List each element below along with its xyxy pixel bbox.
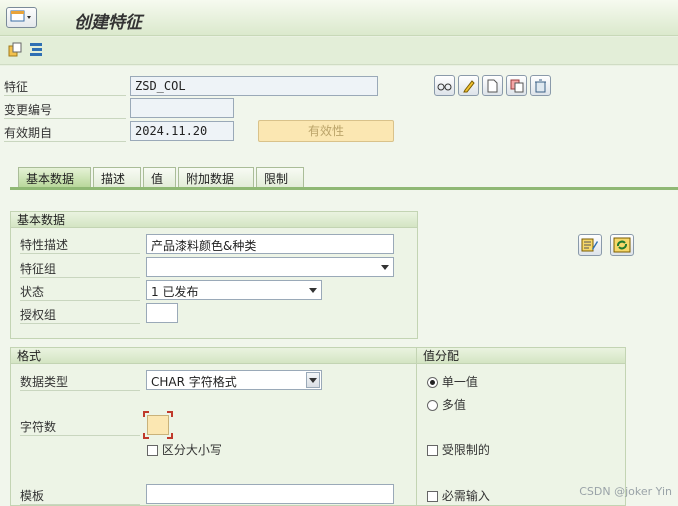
template-field[interactable] (146, 484, 394, 504)
single-value-radio[interactable]: 单一值 (427, 373, 478, 390)
hierarchy-icon[interactable] (28, 42, 44, 61)
case-sensitive-label: 区分大小写 (161, 443, 222, 457)
description-field[interactable]: 产品漆料颜色&种类 (146, 234, 394, 254)
feature-field[interactable]: ZSD_COL (130, 76, 378, 96)
required-entry-label: 必需输入 (441, 489, 490, 503)
tab-strip-line (10, 187, 678, 190)
feature-group-label: 特征组 (20, 260, 140, 278)
chars-field[interactable] (147, 415, 169, 435)
format-group-title: 格式 (11, 348, 417, 364)
desc-label: 特性描述 (20, 236, 140, 254)
glasses-icon[interactable] (434, 75, 455, 96)
restricted-checkbox[interactable]: 受限制的 (427, 441, 490, 458)
status-value: 1 已发布 (151, 285, 199, 299)
copy-document-icon[interactable] (506, 75, 527, 96)
radio-icon[interactable] (427, 400, 438, 411)
auth-group-label: 授权组 (20, 306, 140, 324)
copy-from-icon[interactable] (7, 42, 23, 61)
tab-values-label: 值 (151, 172, 164, 186)
tab-description[interactable]: 描述 (93, 167, 141, 187)
tab-restrictions[interactable]: 限制 (256, 167, 304, 187)
page-title: 创建特征 (74, 13, 142, 33)
tab-additional-data[interactable]: 附加数据 (178, 167, 254, 187)
status-dropdown[interactable]: 1 已发布 (146, 280, 322, 300)
datatype-value: CHAR 字符格式 (151, 375, 237, 389)
feature-group-dropdown[interactable] (146, 257, 394, 277)
tab-basic-data[interactable]: 基本数据 (18, 167, 91, 187)
tab-basic-data-label: 基本数据 (26, 172, 75, 186)
chevron-down-icon (309, 288, 317, 293)
case-sensitive-checkbox[interactable]: 区分大小写 (147, 441, 222, 458)
watermark: CSDN @joker Yin (579, 485, 672, 498)
radio-selected-icon[interactable] (427, 377, 438, 388)
delete-trash-icon[interactable] (530, 75, 551, 96)
single-value-label: 单一值 (441, 375, 478, 389)
menu-icon[interactable] (6, 7, 37, 28)
template-label: 模板 (20, 487, 140, 505)
valid-from-label: 有效期自 (4, 124, 126, 142)
value-assignment-title: 值分配 (417, 348, 625, 364)
tab-description-label: 描述 (101, 172, 126, 186)
multi-value-radio[interactable]: 多值 (427, 396, 466, 413)
datatype-label: 数据类型 (20, 373, 140, 391)
title-bar: 创建特征 (0, 0, 678, 36)
application-toolbar (0, 37, 678, 65)
change-number-field[interactable] (130, 98, 234, 118)
edit-text-icon[interactable] (578, 234, 602, 256)
multi-value-label: 多值 (441, 398, 466, 412)
valid-from-field[interactable]: 2024.11.20 (130, 121, 234, 141)
validity-button[interactable]: 有效性 (258, 120, 394, 142)
status-label: 状态 (20, 283, 140, 301)
tab-values[interactable]: 值 (143, 167, 176, 187)
basic-data-group-title: 基本数据 (11, 212, 417, 228)
refresh-icon[interactable] (610, 234, 634, 256)
checkbox-icon[interactable] (427, 491, 438, 502)
auth-group-field[interactable] (146, 303, 178, 323)
change-number-label: 变更编号 (4, 101, 126, 119)
feature-label: 特征 (4, 78, 126, 96)
checkbox-icon[interactable] (147, 445, 158, 456)
tab-restrictions-label: 限制 (264, 172, 289, 186)
dropdown-button-icon[interactable] (306, 372, 320, 388)
restricted-label: 受限制的 (441, 443, 490, 457)
checkbox-icon[interactable] (427, 445, 438, 456)
chevron-down-icon (381, 265, 389, 270)
value-assignment-group: 值分配 (416, 347, 626, 506)
tab-additional-data-label: 附加数据 (186, 172, 235, 186)
chars-label: 字符数 (20, 418, 140, 436)
edit-pencil-icon[interactable] (458, 75, 479, 96)
datatype-dropdown[interactable]: CHAR 字符格式 (146, 370, 322, 390)
required-entry-checkbox[interactable]: 必需输入 (427, 487, 490, 504)
new-document-icon[interactable] (482, 75, 503, 96)
